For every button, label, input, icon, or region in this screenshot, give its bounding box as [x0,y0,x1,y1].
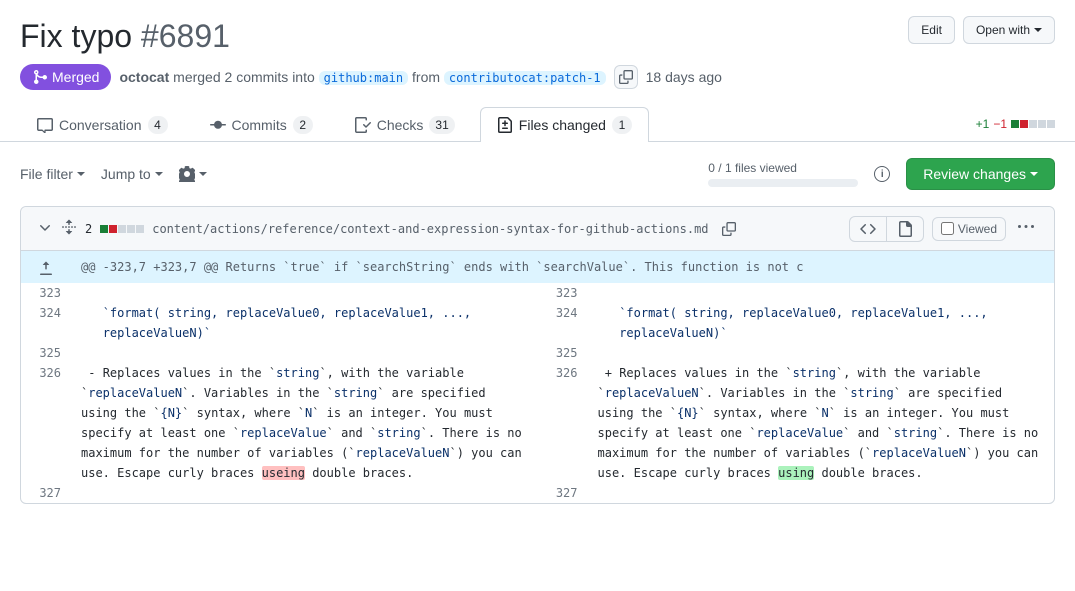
code-cell-right [588,343,1055,363]
diffstat: +1 −1 [976,117,1055,131]
merge-time: 18 days ago [646,69,722,85]
line-number-right[interactable]: 327 [538,483,588,503]
files-viewed-progress: 0 / 1 files viewed [708,161,858,187]
chevron-down-icon [199,172,207,176]
line-number-right[interactable]: 326 [538,363,588,483]
copy-path-button[interactable] [717,217,741,241]
info-icon[interactable]: i [874,166,890,182]
highlight-deletion: useing [262,466,305,480]
expand-hunk-button[interactable] [21,251,71,283]
checks-icon [355,117,371,133]
review-changes-button[interactable]: Review changes [906,158,1055,190]
commit-icon [210,117,226,133]
merge-description: octocat merged 2 commits into github:mai… [119,69,605,85]
code-cell-left [71,483,538,503]
hunk-header-row: @@ -323,7 +323,7 @@ Returns `true` if `s… [21,251,1054,283]
open-with-button[interactable]: Open with [963,16,1055,44]
line-number-left[interactable]: 324 [21,303,71,343]
line-number-left[interactable]: 323 [21,283,71,303]
file-filter-dropdown[interactable]: File filter [20,166,85,182]
diff-row: 326 - Replaces values in the `string`, w… [21,363,1054,483]
view-source-button[interactable] [849,216,887,242]
tab-checks[interactable]: Checks 31 [338,107,472,142]
file-path[interactable]: content/actions/reference/context-and-ex… [152,222,708,236]
viewed-checkbox-input[interactable] [941,222,954,235]
checks-count: 31 [429,116,454,134]
expand-all-button[interactable] [61,219,77,238]
diff-row: 323 323 [21,283,1054,303]
code-cell-deletion: - Replaces values in the `string`, with … [71,363,538,483]
expand-up-icon [38,260,54,276]
author-link[interactable]: octocat [119,69,169,85]
diff-settings-button[interactable] [179,166,207,182]
chevron-down-icon [1030,172,1038,176]
copy-icon [619,70,633,84]
unfold-icon [61,219,77,235]
diff-row: 324 `format( string, replaceValue0, repl… [21,303,1054,343]
line-number-left[interactable]: 327 [21,483,71,503]
diff-table: @@ -323,7 +323,7 @@ Returns `true` if `s… [21,251,1054,503]
chevron-down-icon [155,172,163,176]
code-icon [860,221,876,237]
diff-row: 325 325 [21,343,1054,363]
code-cell-left [71,343,538,363]
code-cell-addition: + Replaces values in the `string`, with … [588,363,1055,483]
head-branch[interactable]: contributocat:patch-1 [444,71,606,85]
line-number-left[interactable]: 325 [21,343,71,363]
code-cell-right [588,283,1055,303]
gear-icon [179,166,195,182]
line-number-right[interactable]: 325 [538,343,588,363]
base-branch[interactable]: github:main [319,71,408,85]
tab-commits[interactable]: Commits 2 [193,107,330,142]
chevron-down-icon [37,219,53,235]
pr-number: #6891 [141,18,230,54]
files-count: 1 [612,116,632,134]
code-cell-right: `format( string, replaceValue0, replaceV… [588,303,1055,343]
jump-to-dropdown[interactable]: Jump to [101,166,163,182]
highlight-addition: using [778,466,814,480]
edit-button[interactable]: Edit [908,16,955,44]
tab-conversation[interactable]: Conversation 4 [20,107,185,142]
file-icon [897,221,913,237]
view-rendered-button[interactable] [886,216,924,242]
file-change-count: 2 [85,222,92,236]
code-cell-left: `format( string, replaceValue0, replaceV… [71,303,538,343]
chevron-down-icon [1034,28,1042,32]
file-diff-icon [497,117,513,133]
hunk-header: @@ -323,7 +323,7 @@ Returns `true` if `s… [71,251,1054,283]
pr-title: Fix typo #6891 [20,16,900,56]
viewed-checkbox[interactable]: Viewed [932,217,1006,241]
file-diffstat-blocks [100,225,144,233]
line-number-left[interactable]: 326 [21,363,71,483]
file-menu-button[interactable] [1014,215,1038,242]
comment-icon [37,117,53,133]
code-cell-right [588,483,1055,503]
line-number-right[interactable]: 323 [538,283,588,303]
code-cell-left [71,283,538,303]
tab-files-changed[interactable]: Files changed 1 [480,107,649,142]
conversation-count: 4 [148,116,168,134]
merge-icon [32,69,48,85]
commits-count: 2 [293,116,313,134]
kebab-icon [1018,219,1034,235]
collapse-file-button[interactable] [37,219,53,238]
copy-branch-button[interactable] [614,65,638,89]
diff-row: 327 327 [21,483,1054,503]
copy-icon [722,222,736,236]
line-number-right[interactable]: 324 [538,303,588,343]
chevron-down-icon [77,172,85,176]
state-badge: Merged [20,64,111,90]
